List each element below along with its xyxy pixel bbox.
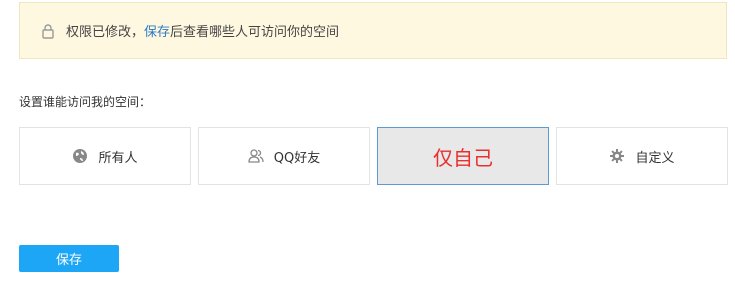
- option-only-me-label: 仅自己: [433, 145, 493, 170]
- option-custom[interactable]: 自定义: [556, 127, 728, 185]
- option-qq-friends[interactable]: QQ好友: [198, 127, 370, 185]
- option-qq-friends-label: QQ好友: [273, 150, 321, 166]
- option-everyone[interactable]: 所有人: [19, 127, 191, 185]
- privacy-settings-page: 权限已修改，保存后查看哪些人可访问你的空间 设置谁能访问我的空间： 所有人: [0, 0, 735, 305]
- section-label: 设置谁能访问我的空间：: [19, 95, 152, 109]
- visibility-options: 所有人 QQ好友 仅自己 自定义: [19, 127, 728, 185]
- option-everyone-label: 所有人: [98, 150, 138, 166]
- notice-save-link[interactable]: 保存: [144, 21, 170, 40]
- gear-icon: [609, 148, 625, 164]
- notice-text-after: 后查看哪些人可访问你的空间: [170, 25, 340, 40]
- globe-icon: [72, 148, 88, 164]
- option-custom-label: 自定义: [635, 150, 675, 166]
- save-button[interactable]: 保存: [19, 245, 119, 272]
- friends-icon: [248, 148, 264, 164]
- notice-text-before: 权限已修改，: [66, 25, 145, 40]
- option-only-me[interactable]: 仅自己: [377, 127, 549, 185]
- permission-notice: 权限已修改， 保存 后查看哪些人可访问你的空间: [19, 2, 727, 59]
- lock-icon: [40, 23, 56, 39]
